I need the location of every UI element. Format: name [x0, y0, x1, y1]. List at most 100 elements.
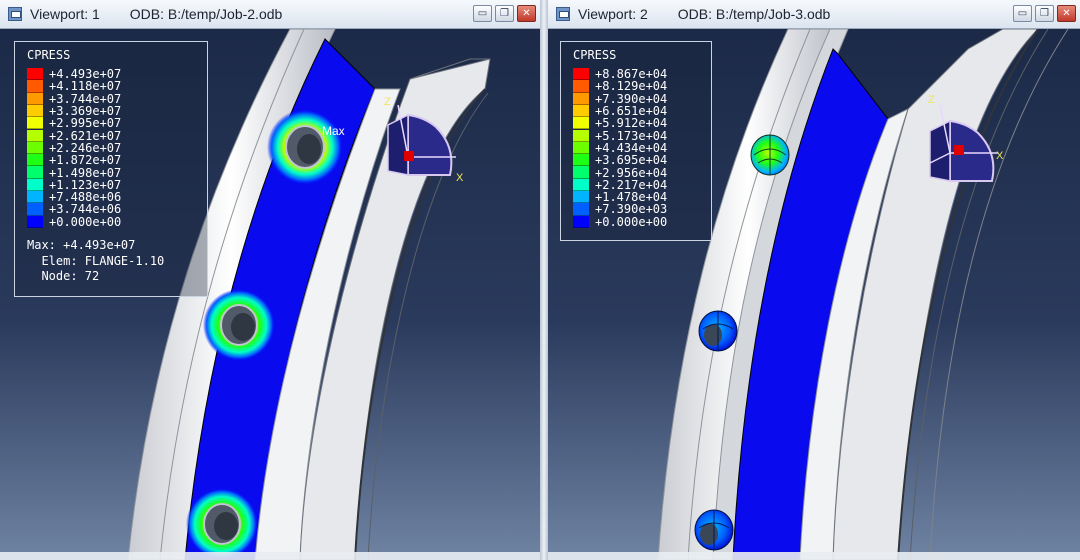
legend-swatch — [573, 203, 589, 216]
legend-swatch — [27, 141, 43, 155]
viewport-title: Viewport: 1 — [30, 6, 100, 22]
bolt-hole-3 — [186, 488, 258, 560]
legend-value: +2.995e+07 — [49, 116, 122, 131]
legend-swatch — [573, 104, 589, 118]
legend-swatch — [27, 191, 43, 204]
axis-triad: Z X — [928, 94, 1004, 182]
viewport-title: Viewport: 2 — [578, 6, 648, 22]
legend-entry: +2.956e+04 — [573, 166, 667, 179]
legend-value: +5.173e+04 — [595, 128, 668, 143]
legend-swatch — [27, 129, 43, 142]
viewport-icon — [8, 7, 22, 21]
odb-path: ODB: B:/temp/Job-3.odb — [677, 6, 831, 22]
legend-entry: +4.493e+07 — [27, 68, 121, 81]
legend-swatch — [27, 80, 43, 93]
legend-value: +6.651e+04 — [595, 104, 668, 119]
triad-x-label: X — [996, 150, 1004, 162]
viewport-2-window[interactable]: Viewport: 2 ODB: B:/temp/Job-3.odb ▭ ❐ ✕ — [548, 0, 1080, 560]
close-button[interactable]: ✕ — [517, 5, 536, 22]
minimize-button[interactable]: ▭ — [473, 5, 492, 22]
legend-entry: +3.695e+04 — [573, 153, 668, 168]
legend-title: CPRESS — [573, 48, 617, 62]
contour-legend[interactable]: CPRESS +4.493e+07 +4.118e+07 +3.744e+07 +3.… — [14, 41, 208, 297]
legend-value: +2.217e+04 — [595, 177, 668, 192]
legend-entry: +1.872e+07 — [27, 153, 122, 168]
legend-value: +3.744e+06 — [49, 202, 122, 217]
max-value-label: Max: +4.493e+07 — [27, 238, 136, 252]
legend-swatch — [27, 104, 43, 118]
legend-swatch — [27, 178, 43, 191]
legend-value: +2.246e+07 — [49, 140, 122, 155]
viewport-1-window[interactable]: Viewport: 1 ODB: B:/temp/Job-2.odb ▭ ❐ ✕ — [0, 0, 540, 560]
legend-swatch — [573, 129, 589, 142]
legend-value: +2.621e+07 — [49, 128, 122, 143]
legend-value: +7.390e+04 — [595, 91, 668, 106]
legend-value: +1.498e+07 — [49, 165, 122, 180]
legend-swatch — [573, 117, 589, 130]
max-node-label: Node: 72 — [27, 269, 100, 283]
bolt-1 — [750, 134, 790, 176]
legend-swatch — [573, 215, 589, 228]
restore-button[interactable]: ❐ — [495, 5, 514, 22]
viewport-icon — [556, 7, 570, 21]
axis-triad: Z X — [384, 96, 464, 184]
triad-x-label: X — [456, 172, 464, 184]
legend-entry: +3.744e+07 — [27, 91, 122, 106]
legend-value: +3.369e+07 — [49, 104, 122, 119]
triad-z-label: Z — [384, 96, 391, 108]
legend-entry: +2.217e+04 — [573, 177, 668, 192]
legend-swatch — [573, 191, 589, 204]
legend-entry: +2.995e+07 — [27, 116, 122, 131]
legend-entry: +2.621e+07 — [27, 128, 122, 143]
legend-value: +4.434e+04 — [595, 140, 668, 155]
legend-entry: +3.369e+07 — [27, 104, 122, 119]
triad-z-label: Z — [928, 94, 935, 106]
legend-value: +5.912e+04 — [595, 116, 668, 131]
legend-value: +7.488e+06 — [49, 190, 122, 205]
legend-swatch — [573, 68, 589, 81]
bolt-hole-2 — [203, 289, 275, 361]
legend-swatch — [573, 92, 589, 105]
status-strip — [0, 552, 540, 560]
legend-value: +0.000e+00 — [49, 214, 122, 229]
legend-entry: +2.246e+07 — [27, 140, 122, 155]
bolt-hole-1 — [267, 109, 343, 185]
odb-path: ODB: B:/temp/Job-2.odb — [129, 6, 283, 22]
legend-swatch — [573, 154, 589, 167]
legend-value: +8.867e+04 — [595, 67, 668, 82]
legend-entry: +4.434e+04 — [573, 140, 668, 155]
legend-entry: +0.000e+00 — [27, 214, 122, 229]
legend-swatch — [573, 178, 589, 191]
minimize-button[interactable]: ▭ — [1013, 5, 1032, 22]
viewport-1-titlebar[interactable]: Viewport: 1 ODB: B:/temp/Job-2.odb ▭ ❐ ✕ — [0, 0, 540, 29]
legend-value: +3.744e+07 — [49, 91, 122, 106]
legend-swatch — [573, 166, 589, 179]
legend-value: +1.872e+07 — [49, 153, 122, 168]
bolt-3 — [694, 509, 734, 551]
restore-button[interactable]: ❐ — [1035, 5, 1054, 22]
legend-entry: +0.000e+00 — [573, 215, 667, 228]
legend-value: +7.390e+03 — [595, 202, 668, 217]
max-value-marker: Max — [322, 124, 345, 138]
legend-entry: +7.390e+04 — [573, 91, 668, 106]
viewport-2-canvas[interactable]: CPRESS +8.867e+04 +8.129e+04 +7.390e+04 +6.… — [548, 29, 1080, 560]
viewport-divider[interactable] — [540, 0, 548, 560]
legend-title: CPRESS — [27, 48, 71, 62]
legend-value: +3.695e+04 — [595, 153, 668, 168]
viewport-1-canvas[interactable]: Max CPRESS +4.493e+07 +4.118e+07 +3.744e+0… — [0, 29, 540, 560]
legend-entry: +4.118e+07 — [27, 80, 121, 93]
bolt-2 — [698, 310, 738, 352]
legend-entry: +1.498e+07 — [27, 165, 122, 180]
viewport-2-titlebar[interactable]: Viewport: 2 ODB: B:/temp/Job-3.odb ▭ ❐ ✕ — [548, 0, 1080, 29]
contour-legend[interactable]: CPRESS +8.867e+04 +8.129e+04 +7.390e+04 +6.… — [560, 41, 712, 241]
legend-swatch — [27, 117, 43, 130]
legend-swatch — [27, 203, 43, 216]
legend-swatch — [573, 141, 589, 155]
legend-entry: +8.867e+04 — [573, 67, 668, 82]
close-button[interactable]: ✕ — [1057, 5, 1076, 22]
legend-entry: +7.488e+06 — [27, 190, 122, 205]
legend-value: +1.123e+07 — [49, 177, 122, 192]
legend-swatch — [27, 166, 43, 179]
status-strip — [548, 552, 1080, 560]
legend-swatch — [27, 154, 43, 167]
